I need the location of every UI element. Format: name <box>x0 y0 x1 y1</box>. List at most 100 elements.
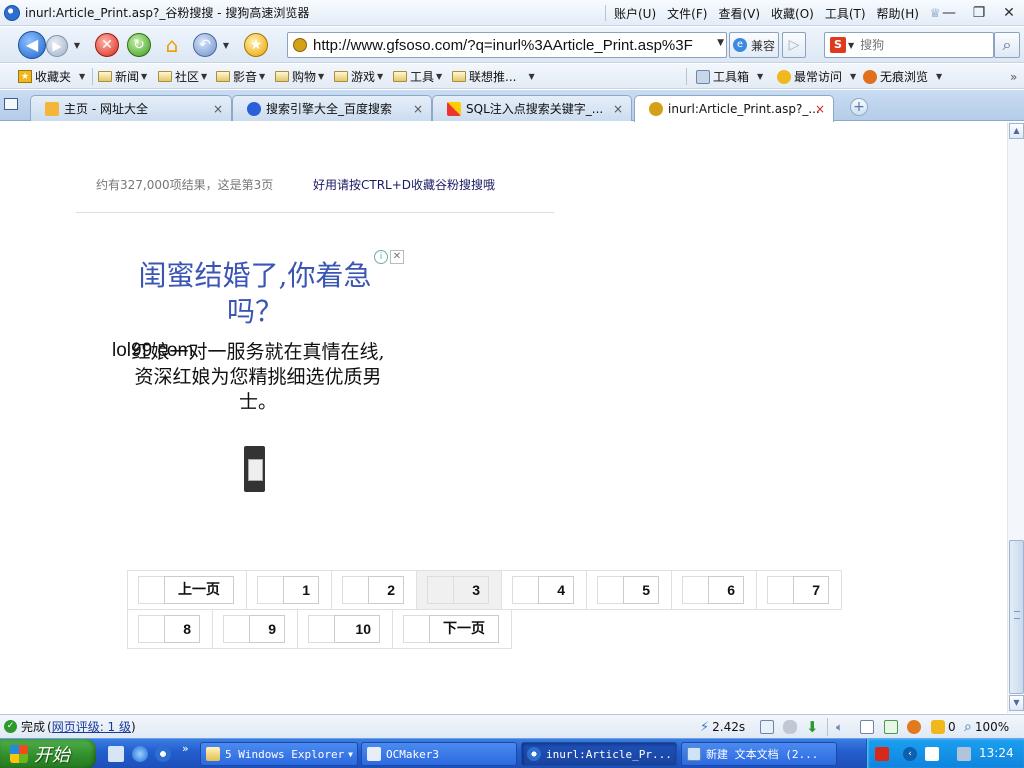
scroll-thumb[interactable] <box>1009 540 1024 694</box>
load-speed[interactable]: ⚡ 2.42s <box>700 719 745 735</box>
start-button[interactable]: 开始 <box>0 739 96 768</box>
incognito-button[interactable]: 无痕浏览 ▼ <box>863 68 942 85</box>
ad-title[interactable]: 闺蜜结婚了,你着急吗？ <box>120 258 390 330</box>
menu-view[interactable]: 查看(V) <box>718 5 760 22</box>
favorites-bar: ★ 收藏夹 ▼ 新闻 ▼ 社区 ▼ 影音 ▼ 购物 ▼ 游戏 ▼ 工具 ▼ 联想… <box>0 64 1024 89</box>
quicklaunch-overflow-icon[interactable]: » <box>182 742 189 755</box>
compat-mode-button[interactable]: e 兼容 <box>729 32 779 58</box>
fav-folder-shopping[interactable]: 购物 ▼ <box>275 68 324 85</box>
popup-blocker[interactable]: 0 <box>931 719 956 735</box>
page-button-2[interactable]: 2 <box>368 576 404 604</box>
page-button-7[interactable]: 7 <box>793 576 829 604</box>
folder-icon <box>98 71 112 82</box>
close-tab-icon[interactable]: × <box>213 102 223 116</box>
tray-collapse-icon[interactable]: ‹ <box>903 747 917 761</box>
url-text[interactable]: http://www.gfsoso.com/?q=inurl%3AArticle… <box>313 37 693 54</box>
sidebar-toggle-icon[interactable] <box>4 98 18 110</box>
tab-sql-injection[interactable]: SQL注入点搜索关键字_... × <box>432 95 632 121</box>
skin-eye-icon[interactable] <box>907 719 921 735</box>
tab-baidu[interactable]: 搜索引擎大全_百度搜索 × <box>232 95 432 121</box>
window-mode-icon[interactable] <box>884 719 898 735</box>
menu-file[interactable]: 文件(F) <box>667 5 707 22</box>
next-page-button[interactable]: 下一页 <box>429 615 499 643</box>
back-button[interactable]: ◀ <box>18 31 46 59</box>
most-visited-button[interactable]: 最常访问 ▼ <box>777 68 856 85</box>
vertical-scrollbar[interactable]: ▲ ▼ <box>1007 122 1024 713</box>
scroll-up-icon[interactable]: ▲ <box>1009 123 1024 139</box>
close-tab-icon[interactable]: × <box>815 102 825 116</box>
add-favorite-button[interactable]: ★ <box>244 33 268 57</box>
menu-tools[interactable]: 工具(T) <box>825 5 866 22</box>
scroll-down-icon[interactable]: ▼ <box>1009 695 1024 711</box>
advertisement[interactable]: i ✕ 闺蜜结婚了,你着急吗？ lol99.com 红娘一对一服务就在真情在线,… <box>110 250 406 500</box>
sogou-search-icon[interactable]: S <box>830 37 846 53</box>
ad-arrow-button[interactable] <box>244 446 265 492</box>
page-button-9[interactable]: 9 <box>249 615 285 643</box>
close-button[interactable]: ✕ <box>994 5 1024 21</box>
ime-icon[interactable] <box>875 747 889 761</box>
zoom-control[interactable]: ⌕ 100% <box>964 719 1009 735</box>
prev-page-button[interactable]: 上一页 <box>164 576 234 604</box>
sound-icon[interactable]: 🔈︎ <box>836 719 843 735</box>
toolbox-button[interactable]: 工具箱 ▼ <box>696 68 763 85</box>
menu-favorites[interactable]: 收藏(O) <box>771 5 814 22</box>
chevron-down-icon: ▼ <box>318 72 325 81</box>
status-bar: ✓ 完成 ( 网页评级: 1 级 ) ⚡ 2.42s ⬇ 🔈︎ 0 ⌕ 100% <box>0 714 1024 738</box>
address-bar[interactable]: http://www.gfsoso.com/?q=inurl%3AArticle… <box>287 32 727 58</box>
close-tab-icon[interactable]: × <box>613 102 623 116</box>
home-button[interactable]: ⌂ <box>159 32 185 58</box>
refresh-button[interactable]: ↻ <box>127 33 151 57</box>
fav-collection[interactable]: ★ 收藏夹 ▼ <box>18 68 85 85</box>
minimize-button[interactable]: — <box>934 5 964 21</box>
favbar-overflow-icon[interactable]: » <box>1010 68 1017 85</box>
ad-close-icon[interactable]: ✕ <box>390 250 404 264</box>
restore-button[interactable]: ❐ <box>964 5 994 21</box>
screenshot-icon[interactable] <box>860 719 874 735</box>
new-tab-button[interactable]: + <box>850 98 868 116</box>
page-rating-link[interactable]: 网页评级: 1 级 <box>52 718 131 735</box>
page-button-1[interactable]: 1 <box>283 576 319 604</box>
fav-folder-media[interactable]: 影音 ▼ <box>216 68 265 85</box>
page-button-8[interactable]: 8 <box>164 615 200 643</box>
fav-folder-lenovo[interactable]: 联想推... ▼ <box>452 68 535 85</box>
internet-explorer-icon[interactable] <box>132 746 148 762</box>
restore-dropdown-icon[interactable]: ▼ <box>219 39 233 53</box>
search-box[interactable]: S ▼ <box>824 32 994 58</box>
history-dropdown-icon[interactable]: ▼ <box>70 39 84 53</box>
ad-description[interactable]: 红娘一对一服务就在真情在线, 资深红娘为您精挑细选优质男士。 <box>120 340 396 415</box>
menu-account[interactable]: 账户(U) <box>614 5 656 22</box>
download-icon[interactable]: ⬇ <box>806 718 819 736</box>
page-button-6[interactable]: 6 <box>708 576 744 604</box>
close-tab-icon[interactable]: × <box>413 102 423 116</box>
restore-closed-tab-button[interactable]: ↶ <box>193 33 217 57</box>
task-ocmaker[interactable]: OCMaker3 <box>361 742 517 766</box>
network-icon[interactable] <box>957 747 971 761</box>
menu-help[interactable]: 帮助(H) <box>877 5 919 22</box>
edit-icon[interactable] <box>760 719 774 735</box>
page-button-10[interactable]: 10 <box>334 615 380 643</box>
task-notepad[interactable]: 新建 文本文档 (2... <box>681 742 837 766</box>
fav-folder-community[interactable]: 社区 ▼ <box>158 68 207 85</box>
address-dropdown-icon[interactable]: ▼ <box>717 38 724 48</box>
task-sogou-browser-active[interactable]: inurl:Article_Pr... <box>521 742 677 766</box>
fav-folder-games[interactable]: 游戏 ▼ <box>334 68 383 85</box>
mouse-gesture-icon[interactable] <box>783 719 797 735</box>
fav-folder-news[interactable]: 新闻 ▼ <box>98 68 147 85</box>
search-input[interactable] <box>860 38 981 52</box>
chevron-down-icon: ▼ <box>201 72 208 81</box>
fav-folder-tools[interactable]: 工具 ▼ <box>393 68 442 85</box>
search-engine-dropdown-icon[interactable]: ▼ <box>848 41 854 50</box>
page-button-5[interactable]: 5 <box>623 576 659 604</box>
forward-button[interactable]: ▶ <box>46 35 68 57</box>
search-button[interactable]: ⌕ <box>994 32 1020 58</box>
volume-icon[interactable] <box>925 747 939 761</box>
go-button[interactable]: ▷ <box>782 32 806 58</box>
sogou-browser-quicklaunch-icon[interactable] <box>155 746 171 762</box>
tab-home[interactable]: 主页 - 网址大全 × <box>30 95 232 121</box>
stop-button[interactable]: ✕ <box>95 33 119 57</box>
tab-gfsoso-active[interactable]: inurl:Article_Print.asp?_... × <box>634 95 834 122</box>
page-button-3-current[interactable]: 3 <box>453 576 489 604</box>
task-windows-explorer[interactable]: 5 Windows Explorer ▼ <box>200 742 358 766</box>
show-desktop-icon[interactable] <box>108 746 124 762</box>
page-button-4[interactable]: 4 <box>538 576 574 604</box>
